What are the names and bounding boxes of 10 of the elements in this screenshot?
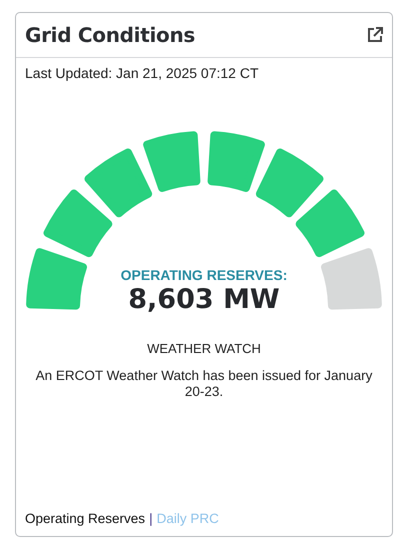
status-message: An ERCOT Weather Watch has been issued for January 20-23. bbox=[34, 368, 374, 400]
separator: | bbox=[149, 511, 153, 526]
gauge-value: 8,603 MW bbox=[128, 284, 280, 315]
last-updated-text: Last Updated: Jan 21, 2025 07:12 CT bbox=[25, 65, 260, 81]
external-link-icon[interactable] bbox=[367, 27, 383, 43]
footer-label: Operating Reserves bbox=[25, 511, 146, 526]
gauge-label: OPERATING RESERVES: bbox=[120, 267, 288, 283]
card-title: Grid Conditions bbox=[25, 23, 196, 47]
status-heading: WEATHER WATCH bbox=[146, 341, 262, 356]
daily-prc-link[interactable]: Daily PRC bbox=[156, 511, 219, 526]
